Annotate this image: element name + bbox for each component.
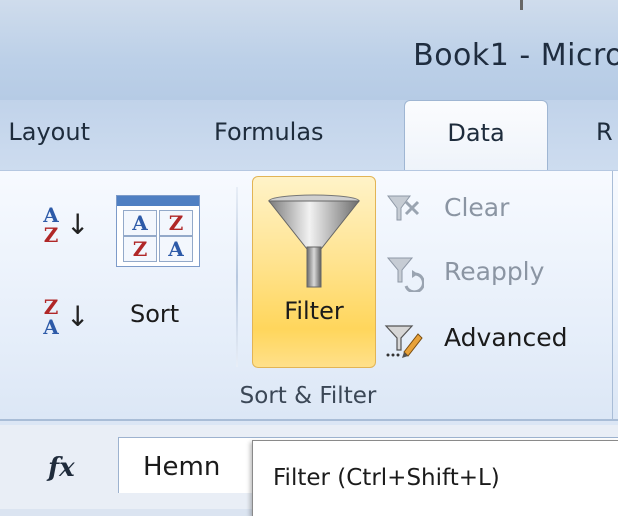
ribbon-tabs: e Layout Formulas Data R	[0, 100, 618, 172]
tab-formulas[interactable]: Formulas	[214, 118, 324, 146]
filter-button[interactable]: Filter	[252, 176, 376, 368]
sort-filter-group-label: Sort & Filter	[239, 383, 377, 409]
advanced-button-label: Advanced	[444, 323, 568, 352]
sort-icon-cell: A	[123, 210, 157, 236]
reapply-icon	[386, 257, 424, 292]
sort-icon-cell: Z	[123, 236, 157, 262]
tab-review[interactable]: R	[596, 118, 613, 146]
window-title: Book1 - Micro	[413, 38, 618, 73]
tab-data-label: Data	[447, 119, 505, 147]
sort-z-to-a-button[interactable]: Z A ↓	[40, 297, 90, 347]
group-separator	[236, 187, 238, 367]
filter-tooltip: Filter (Ctrl+Shift+L)	[252, 440, 618, 516]
insert-function-button[interactable]: fx	[0, 433, 118, 505]
clear-button-label: Clear	[444, 193, 510, 222]
advanced-filter-icon	[384, 325, 423, 358]
clear-filter-icon	[387, 195, 420, 221]
down-arrow-icon: ↓	[66, 208, 90, 241]
down-arrow-icon: ↓	[66, 300, 90, 333]
sort-icon-header	[117, 196, 199, 206]
tab-data[interactable]: Data	[404, 100, 548, 172]
title-bar-mark	[520, 0, 523, 10]
sort-a-to-z-icon: A Z	[43, 203, 59, 247]
group-border	[612, 171, 613, 421]
ribbon-bottom-border	[0, 419, 618, 421]
sort-icon[interactable]: A Z Z A	[116, 195, 200, 267]
reapply-button-label: Reapply	[444, 257, 545, 286]
title-bar: Book1 - Micro	[0, 0, 618, 100]
sort-button-label[interactable]: Sort	[130, 300, 179, 328]
sort-icon-cell: A	[159, 236, 193, 262]
sort-icon-cell: Z	[159, 210, 193, 236]
fx-icon: fx	[48, 453, 75, 483]
formula-input-value: Hemn	[143, 452, 221, 482]
funnel-icon	[267, 194, 361, 288]
sort-a-to-z-button[interactable]: A Z ↓	[40, 205, 90, 255]
tab-page-layout[interactable]: e Layout	[0, 118, 90, 146]
filter-button-label: Filter	[284, 297, 344, 325]
filter-tooltip-text: Filter (Ctrl+Shift+L)	[273, 465, 500, 491]
sort-z-to-a-icon: Z A	[43, 295, 59, 339]
